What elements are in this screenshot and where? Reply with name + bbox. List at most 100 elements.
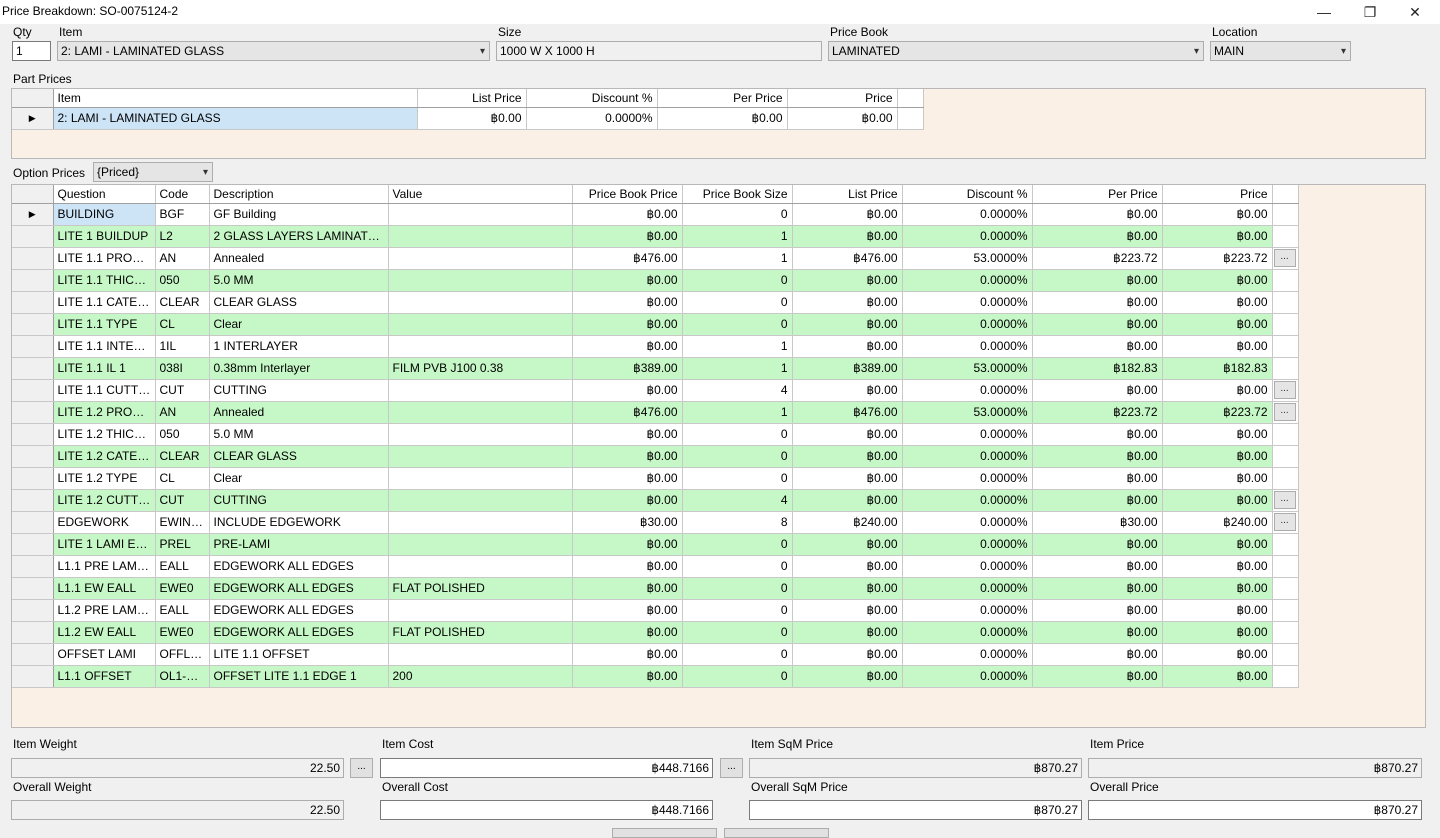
value-cell[interactable] <box>388 533 573 556</box>
price-book-price-cell[interactable]: ฿0.00 <box>572 313 683 336</box>
question-cell[interactable]: LITE 1.2 TYPE <box>53 467 156 490</box>
table-row[interactable]: LITE 1 LAMI ED... PREL PRE-LAMI ฿0.00 0 ฿0.00… <box>12 533 1299 556</box>
price-book-price-cell[interactable]: ฿0.00 <box>572 423 683 446</box>
table-row[interactable]: OFFSET LAMI OFFL1-1 LITE 1.1 OFFSET ฿0.00 0 ฿… <box>12 643 1299 666</box>
description-cell[interactable]: Annealed <box>209 247 389 270</box>
price-book-price-cell[interactable]: ฿0.00 <box>572 555 683 578</box>
per-price-cell[interactable]: ฿0.00 <box>1032 621 1163 644</box>
code-cell[interactable]: EWINCL <box>155 511 210 534</box>
price-cell[interactable]: ฿0.00 <box>1162 489 1273 512</box>
table-row[interactable]: LITE 1.2 TYPE CL Clear ฿0.00 0 ฿0.00 0.0000% ฿0… <box>12 467 1299 490</box>
question-cell[interactable]: LITE 1.1 IL 1 <box>53 357 156 380</box>
description-cell[interactable]: CLEAR GLASS <box>209 445 389 468</box>
value-cell[interactable] <box>388 225 573 248</box>
question-cell[interactable]: L1.2 EW EALL <box>53 621 156 644</box>
discount-cell[interactable]: 0.0000% <box>902 313 1033 336</box>
list-price-cell[interactable]: ฿0.00 <box>792 423 903 446</box>
list-price-cell[interactable]: ฿240.00 <box>792 511 903 534</box>
table-row[interactable]: ▶ BUILDING BGF GF Building ฿0.00 0 ฿0.00 0.0000… <box>12 203 1299 226</box>
row-header[interactable] <box>12 511 54 534</box>
price-book-price-cell[interactable]: ฿0.00 <box>572 599 683 622</box>
code-cell[interactable]: AN <box>155 247 210 270</box>
col-header-price[interactable]: Price <box>787 89 898 108</box>
row-header[interactable] <box>12 225 54 248</box>
price-book-price-cell[interactable]: ฿0.00 <box>572 621 683 644</box>
per-price-cell[interactable]: ฿0.00 <box>1032 423 1163 446</box>
price-book-price-cell[interactable]: ฿389.00 <box>572 357 683 380</box>
question-cell[interactable]: L1.1 PRE LAMI E... <box>53 555 156 578</box>
table-row[interactable]: LITE 1.2 THICKN... 050 5.0 MM ฿0.00 0 ฿0.00 0.… <box>12 423 1299 446</box>
per-price-cell[interactable]: ฿0.00 <box>1032 533 1163 556</box>
row-header[interactable] <box>12 313 54 336</box>
per-price-cell[interactable]: ฿0.00 <box>1032 555 1163 578</box>
code-cell[interactable]: CUT <box>155 379 210 402</box>
description-cell[interactable]: EDGEWORK ALL EDGES <box>209 621 389 644</box>
per-price-cell[interactable]: ฿0.00 <box>1032 335 1163 358</box>
row-header[interactable] <box>12 577 54 600</box>
price-cell[interactable]: ฿0.00 <box>1162 225 1273 248</box>
price-book-price-cell[interactable]: ฿0.00 <box>572 533 683 556</box>
item-cost-field[interactable]: ฿448.7166 <box>380 758 713 778</box>
discount-cell[interactable]: 0.0000% <box>902 665 1033 688</box>
price-book-size-cell[interactable]: 0 <box>682 577 793 600</box>
discount-cell[interactable]: 0.0000% <box>902 269 1033 292</box>
row-ellipsis-button[interactable]: ... <box>1273 249 1296 267</box>
part-discount-cell[interactable]: 0.0000% <box>526 107 658 130</box>
list-price-cell[interactable]: ฿0.00 <box>792 533 903 556</box>
description-cell[interactable]: Clear <box>209 467 389 490</box>
code-cell[interactable]: CL <box>155 467 210 490</box>
price-book-price-cell[interactable]: ฿0.00 <box>572 643 683 666</box>
table-row[interactable]: LITE 1 BUILDUP L2 2 GLASS LAYERS LAMINATED… <box>12 225 1299 248</box>
table-row[interactable]: LITE 1.1 CUTTING CUT CUTTING ฿0.00 4 ฿0.00 0.0… <box>12 379 1299 402</box>
discount-cell[interactable]: 0.0000% <box>902 379 1033 402</box>
price-book-size-cell[interactable]: 0 <box>682 533 793 556</box>
question-cell[interactable]: LITE 1.1 TYPE <box>53 313 156 336</box>
list-price-cell[interactable]: ฿0.00 <box>792 225 903 248</box>
price-book-size-cell[interactable]: 0 <box>682 621 793 644</box>
minimize-icon[interactable]: — <box>1301 0 1347 24</box>
col-header-per-price[interactable]: Per Price <box>1032 185 1163 204</box>
table-row[interactable]: L1.1 OFFSET OL1-1E1 OFFSET LITE 1.1 EDGE 1… <box>12 665 1299 688</box>
row-header[interactable] <box>12 291 54 314</box>
row-header[interactable] <box>12 665 54 688</box>
per-price-cell[interactable]: ฿0.00 <box>1032 467 1163 490</box>
row-header[interactable] <box>12 401 54 424</box>
price-book-size-cell[interactable]: 1 <box>682 357 793 380</box>
price-book-price-cell[interactable]: ฿0.00 <box>572 203 683 226</box>
row-header[interactable] <box>12 533 54 556</box>
col-header-code[interactable]: Code <box>155 185 210 204</box>
pricebook-select[interactable]: LAMINATED ▾ <box>828 41 1204 61</box>
question-cell[interactable]: LITE 1.2 CUTTING <box>53 489 156 512</box>
discount-cell[interactable]: 0.0000% <box>902 555 1033 578</box>
per-price-cell[interactable]: ฿0.00 <box>1032 489 1163 512</box>
question-cell[interactable]: BUILDING <box>53 203 156 226</box>
code-cell[interactable]: CL <box>155 313 210 336</box>
item-price-field[interactable]: ฿870.27 <box>1088 758 1422 778</box>
part-per-price-cell[interactable]: ฿0.00 <box>657 107 788 130</box>
price-book-size-cell[interactable]: 0 <box>682 291 793 314</box>
item-weight-field[interactable]: 22.50 <box>11 758 344 778</box>
price-book-price-cell[interactable]: ฿0.00 <box>572 291 683 314</box>
question-cell[interactable]: OFFSET LAMI <box>53 643 156 666</box>
value-cell[interactable] <box>388 489 573 512</box>
table-row[interactable]: L1.1 EW EALL EWE0 EDGEWORK ALL EDGES FLAT P… <box>12 577 1299 600</box>
description-cell[interactable]: EDGEWORK ALL EDGES <box>209 599 389 622</box>
item-weight-ellipsis-button[interactable]: ... <box>350 758 373 778</box>
price-book-price-cell[interactable]: ฿476.00 <box>572 401 683 424</box>
question-cell[interactable]: LITE 1 BUILDUP <box>53 225 156 248</box>
price-cell[interactable]: ฿0.00 <box>1162 313 1273 336</box>
price-cell[interactable]: ฿223.72 <box>1162 401 1273 424</box>
description-cell[interactable]: INCLUDE EDGEWORK <box>209 511 389 534</box>
price-book-price-cell[interactable]: ฿30.00 <box>572 511 683 534</box>
discount-cell[interactable]: 0.0000% <box>902 489 1033 512</box>
col-header-list-price[interactable]: List Price <box>417 89 527 108</box>
price-cell[interactable]: ฿0.00 <box>1162 467 1273 490</box>
item-cost-ellipsis-button[interactable]: ... <box>720 758 743 778</box>
code-cell[interactable]: EALL <box>155 555 210 578</box>
code-cell[interactable]: EWE0 <box>155 577 210 600</box>
table-row[interactable]: LITE 1.2 CUTTING CUT CUTTING ฿0.00 4 ฿0.00 0.0… <box>12 489 1299 512</box>
table-row[interactable]: LITE 1.1 CATEG... CLEAR CLEAR GLASS ฿0.00 0 ฿… <box>12 291 1299 314</box>
col-header-list-price[interactable]: List Price <box>792 185 903 204</box>
price-cell[interactable]: ฿0.00 <box>1162 533 1273 556</box>
row-ellipsis-button[interactable]: ... <box>1273 403 1296 421</box>
